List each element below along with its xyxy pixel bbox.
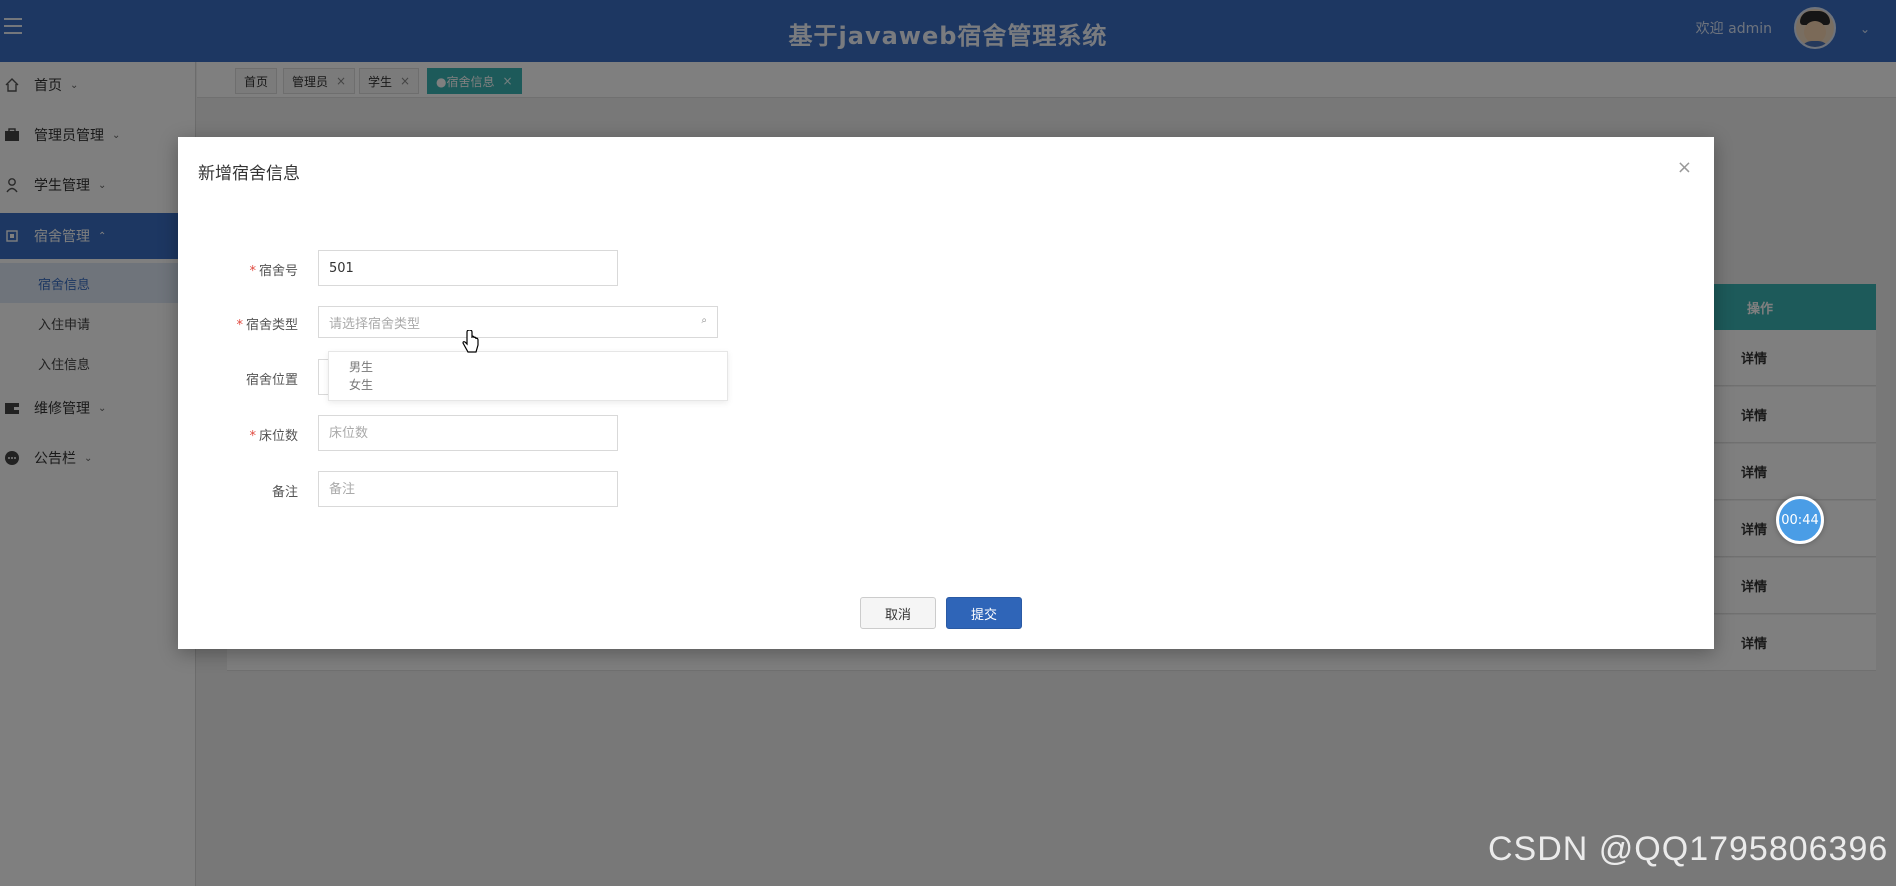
- field-label: * 宿舍类型: [236, 314, 298, 333]
- field-label: 宿舍位置: [246, 369, 298, 388]
- form-row-room-no: * 宿舍号: [178, 250, 878, 288]
- required-mark: *: [249, 264, 256, 279]
- required-mark: *: [249, 429, 256, 444]
- search-icon: ⌕: [701, 315, 707, 326]
- watermark: CSDN @QQ1795806396: [1488, 830, 1889, 868]
- add-dorm-dialog: 新增宿舍信息 × *宿舍号 *宿舍类型 请选择宿舍类型 ⌕ 宿舍位置 *床位数 …: [178, 137, 1714, 649]
- hand-cursor-icon: [461, 329, 481, 356]
- label-text: 床位数: [258, 429, 298, 444]
- required-mark: *: [236, 318, 243, 333]
- label-text: 宿舍号: [258, 264, 298, 279]
- timer-badge[interactable]: 00:44: [1776, 496, 1824, 544]
- submit-button[interactable]: 提交: [946, 597, 1022, 629]
- room-type-select[interactable]: 请选择宿舍类型 ⌕: [318, 306, 718, 338]
- close-icon[interactable]: ×: [1677, 157, 1692, 178]
- room-number-input[interactable]: [318, 250, 618, 286]
- label-text: 备注: [271, 485, 298, 500]
- label-text: 宿舍位置: [245, 373, 298, 388]
- dropdown-option[interactable]: 男生: [349, 358, 373, 375]
- form-row-beds: * 床位数: [178, 415, 878, 453]
- field-label: * 宿舍号: [249, 260, 298, 279]
- dropdown-option[interactable]: 女生: [349, 376, 373, 393]
- cancel-button[interactable]: 取消: [860, 597, 936, 629]
- field-label: * 床位数: [249, 425, 298, 444]
- dialog-title: 新增宿舍信息: [198, 164, 300, 184]
- form-row-remark: 备注: [178, 471, 878, 509]
- remark-input[interactable]: [318, 471, 618, 507]
- select-placeholder: 请选择宿舍类型: [329, 316, 421, 332]
- field-label: 备注: [272, 481, 298, 500]
- label-text: 宿舍类型: [245, 318, 298, 333]
- bed-count-input[interactable]: [318, 415, 618, 451]
- room-type-dropdown: 男生 女生: [328, 351, 728, 401]
- form-row-room-type: * 宿舍类型 请选择宿舍类型 ⌕: [178, 306, 878, 344]
